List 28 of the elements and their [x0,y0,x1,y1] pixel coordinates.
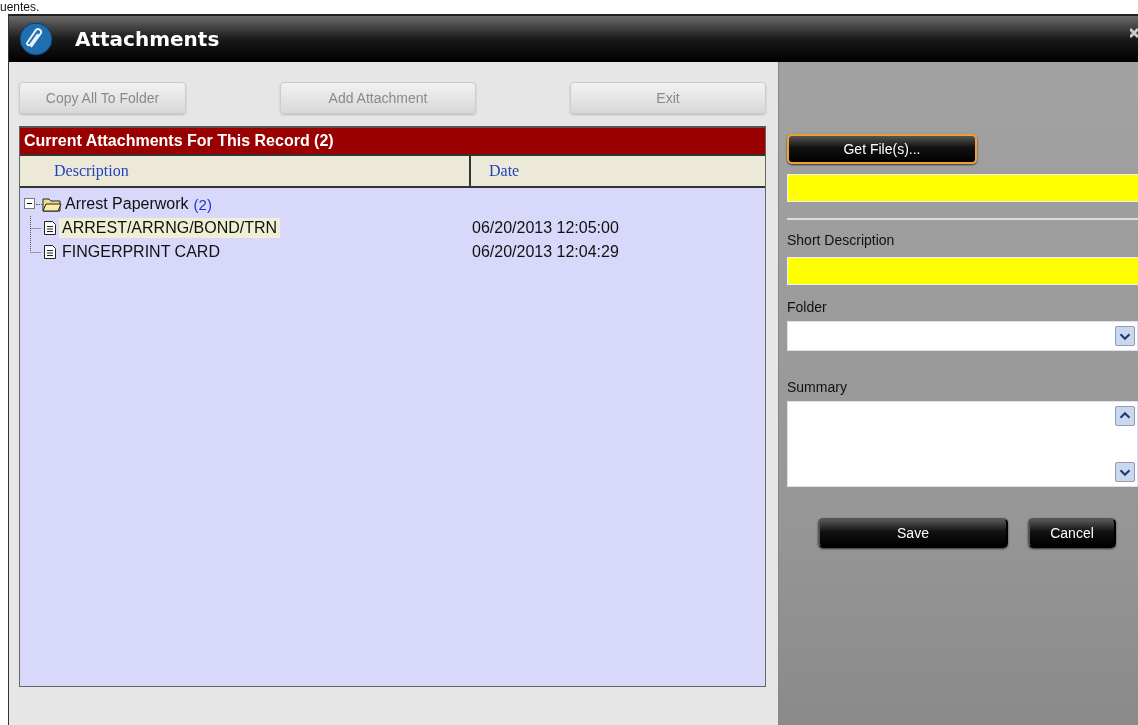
column-header[interactable]: Date [471,156,765,186]
close-icon[interactable] [1130,27,1138,39]
folder-label[interactable]: Arrest Paperwork [65,195,189,213]
save-button[interactable]: Save [818,518,1008,548]
cancel-button[interactable]: Cancel [1028,518,1116,548]
file-path-field[interactable] [787,174,1138,202]
attachment-item[interactable]: ARREST/ARRNG/BOND/TRN [59,218,281,238]
chevron-down-icon[interactable] [1115,326,1135,346]
item-count: (2) [193,195,212,213]
folder-icon [42,196,62,212]
document-icon [43,244,57,260]
field-label: Folder [787,299,828,315]
document-icon [43,220,57,236]
get-files-button[interactable]: Get File(s)... [787,134,977,164]
field-label: Short Description [787,232,896,248]
attachment-date: 06/20/2013 12:04:29 [472,243,619,261]
attachment-item[interactable]: FINGERPRINT CARD [59,242,223,262]
window-title: Attachments [75,27,220,51]
cut-off-text: uentes. [0,0,40,14]
chevron-up-icon[interactable] [1115,406,1135,426]
grid-title: Current Attachments For This Record (2) [20,128,765,156]
collapse-icon[interactable] [24,198,36,210]
field-label: Summary [787,379,848,395]
short-description-field[interactable] [787,257,1138,285]
column-header[interactable]: Description [20,156,471,186]
paperclip-icon [19,22,53,56]
attachment-date: 06/20/2013 12:05:00 [472,219,619,237]
chevron-down-icon[interactable] [1115,462,1135,482]
